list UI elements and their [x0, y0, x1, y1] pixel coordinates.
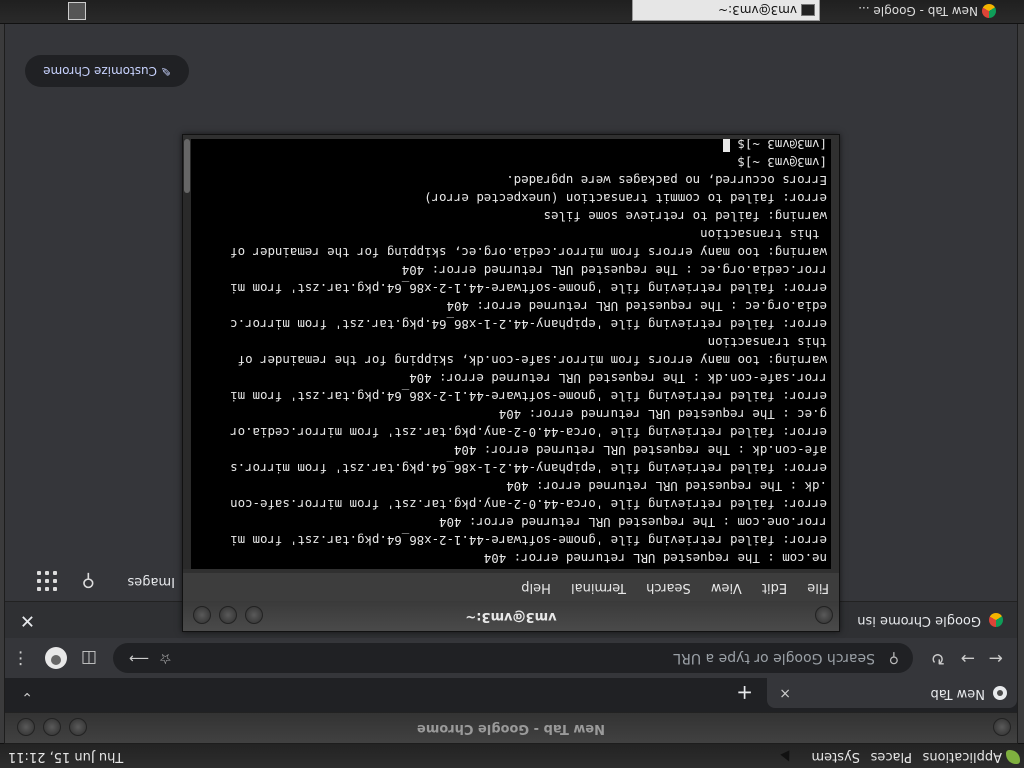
terminal-line: [vm3@vm3 ~]$	[737, 155, 827, 170]
terminal-line: error: failed retrieving file 'gnome-sof…	[230, 389, 827, 404]
minimize-button[interactable]	[69, 718, 87, 736]
share-icon[interactable]: ⟶	[129, 643, 149, 673]
customize-chrome-button[interactable]: ✎ Customize Chrome	[25, 55, 189, 87]
terminal-line: warning: too many errors from mirror.ced…	[230, 245, 827, 260]
terminal-line: error: failed retrieving file 'gnome-sof…	[230, 281, 827, 296]
customize-chrome-label: Customize Chrome	[43, 64, 157, 78]
terminal-line: rror.one.com : The requested URL returne…	[439, 515, 827, 530]
chrome-window-title: New Tab - Google Chrome	[416, 721, 606, 736]
top-panel: Applications Places System Thu Jun 15, 2…	[0, 743, 1024, 768]
terminal-line: .dk : The requested URL returned error: …	[506, 479, 827, 494]
pencil-icon: ✎	[157, 64, 171, 78]
menu-file[interactable]: File	[807, 580, 829, 595]
system-menu[interactable]: System	[812, 749, 860, 764]
terminal-line: warning: failed to retrieve some files	[543, 209, 827, 224]
gnome-foot-icon[interactable]	[1006, 750, 1020, 764]
new-tab-button[interactable]: +	[736, 678, 753, 708]
taskbar-chrome-label: New Tab - Google ...	[858, 4, 978, 18]
terminal-cursor	[723, 139, 731, 152]
close-window-button[interactable]	[17, 718, 35, 736]
terminal-line: Errors occurred, no packages were upgrad…	[506, 173, 827, 188]
terminal-text: ne.com : The requested URL returned erro…	[191, 139, 831, 569]
infobar-text: Google Chrome isn	[857, 613, 981, 628]
labs-flask-icon[interactable]: ⚲	[82, 570, 95, 591]
show-desktop-button[interactable]	[68, 2, 86, 20]
tab-title: New Tab	[930, 686, 986, 701]
terminal-maximize-button[interactable]	[219, 606, 237, 624]
terminal-line: error: failed retrieving file 'gnome-sof…	[230, 533, 827, 548]
menu-help[interactable]: Help	[521, 580, 551, 595]
applications-menu[interactable]: Applications	[923, 749, 1002, 764]
forward-arrow-icon[interactable]: →	[961, 648, 975, 668]
menu-edit[interactable]: Edit	[762, 580, 787, 595]
terminal-window: vm3@vm3:~ File Edit View Search Terminal…	[182, 134, 840, 632]
clock[interactable]: Thu Jun 15, 21:11	[8, 749, 123, 764]
chrome-toolbar: ← → ↻ ⚲ Search Google or type a URL ☆ ⟶ …	[5, 639, 1017, 677]
taskbar-terminal-label: vm3@vm3:~	[718, 3, 797, 17]
terminal-line: afe-con.dk : The requested URL returned …	[454, 443, 827, 458]
terminal-line: ne.com : The requested URL returned erro…	[483, 551, 827, 566]
tab-strip: New Tab × + ⌄	[5, 678, 1017, 712]
tab-search-chevron-icon[interactable]: ⌄	[21, 689, 33, 705]
infobar-close-icon[interactable]: ✕	[20, 602, 35, 638]
side-panel-icon[interactable]: ◫	[81, 648, 97, 668]
chrome-favicon-icon	[993, 686, 1007, 700]
tab-new-tab[interactable]: New Tab ×	[767, 678, 1017, 708]
terminal-taskbar-icon	[801, 4, 815, 16]
terminal-line: [vm3@vm3 ~]$	[730, 139, 827, 152]
terminal-line: error: failed retrieving file 'orca-44.0…	[230, 425, 827, 440]
maximize-button[interactable]	[43, 718, 61, 736]
terminal-line: error: failed to commit transaction (une…	[424, 191, 827, 206]
chrome-taskbar-icon	[982, 4, 996, 18]
taskbar-terminal[interactable]: vm3@vm3:~	[632, 0, 820, 21]
terminal-line: error: failed retrieving file 'epiphany-…	[230, 317, 827, 332]
terminal-output[interactable]: ne.com : The requested URL returned erro…	[191, 139, 831, 569]
terminal-line: this transaction	[700, 227, 827, 242]
terminal-window-menu-button[interactable]	[815, 606, 833, 624]
omnibox[interactable]: ⚲ Search Google or type a URL ☆ ⟶	[113, 643, 913, 673]
more-menu-icon[interactable]: ⋮	[12, 648, 29, 668]
terminal-line: warning: too many errors from mirror.saf…	[237, 353, 827, 368]
terminal-close-button[interactable]	[193, 606, 211, 624]
chrome-logo-icon	[989, 613, 1003, 627]
places-menu[interactable]: Places	[871, 749, 912, 764]
terminal-menubar: File Edit View Search Terminal Help	[183, 573, 839, 601]
google-apps-icon[interactable]	[37, 571, 57, 591]
terminal-line: g.ec : The requested URL returned error:…	[498, 407, 827, 422]
terminal-title: vm3@vm3:~	[465, 609, 557, 624]
terminal-scrollbar[interactable]	[183, 139, 191, 569]
terminal-line: rror.safe-con.dk : The requested URL ret…	[409, 371, 827, 386]
menu-view[interactable]: View	[711, 580, 742, 595]
tab-close-icon[interactable]: ×	[779, 678, 791, 708]
reload-icon[interactable]: ↻	[931, 648, 945, 668]
terminal-line: rror.cedia.org.ec : The requested URL re…	[401, 263, 827, 278]
profile-avatar[interactable]	[45, 647, 67, 669]
terminal-minimize-button[interactable]	[245, 606, 263, 624]
terminal-titlebar[interactable]: vm3@vm3:~	[183, 601, 839, 631]
window-menu-button[interactable]	[993, 718, 1011, 736]
bottom-panel: New Tab - Google ... vm3@vm3:~	[0, 0, 1024, 24]
terminal-line: edia.org.ec : The requested URL returned…	[446, 299, 827, 314]
menu-search[interactable]: Search	[646, 580, 691, 595]
images-link[interactable]: Images	[128, 574, 176, 589]
bookmark-star-icon[interactable]: ☆	[159, 643, 172, 673]
chrome-titlebar[interactable]: New Tab - Google Chrome	[5, 712, 1017, 743]
back-arrow-icon[interactable]: ←	[989, 648, 1003, 668]
menu-terminal[interactable]: Terminal	[571, 580, 626, 595]
terminal-scrollbar-thumb[interactable]	[184, 139, 190, 193]
terminal-line: this transaction	[707, 335, 827, 350]
mouse-pointer-icon	[780, 750, 794, 764]
search-icon: ⚲	[888, 650, 899, 666]
terminal-line: error: failed retrieving file 'orca-44.0…	[230, 497, 827, 512]
terminal-line: error: failed retrieving file 'epiphany-…	[230, 461, 827, 476]
omnibox-placeholder: Search Google or type a URL	[673, 650, 875, 666]
screen: Applications Places System Thu Jun 15, 2…	[0, 0, 1024, 768]
